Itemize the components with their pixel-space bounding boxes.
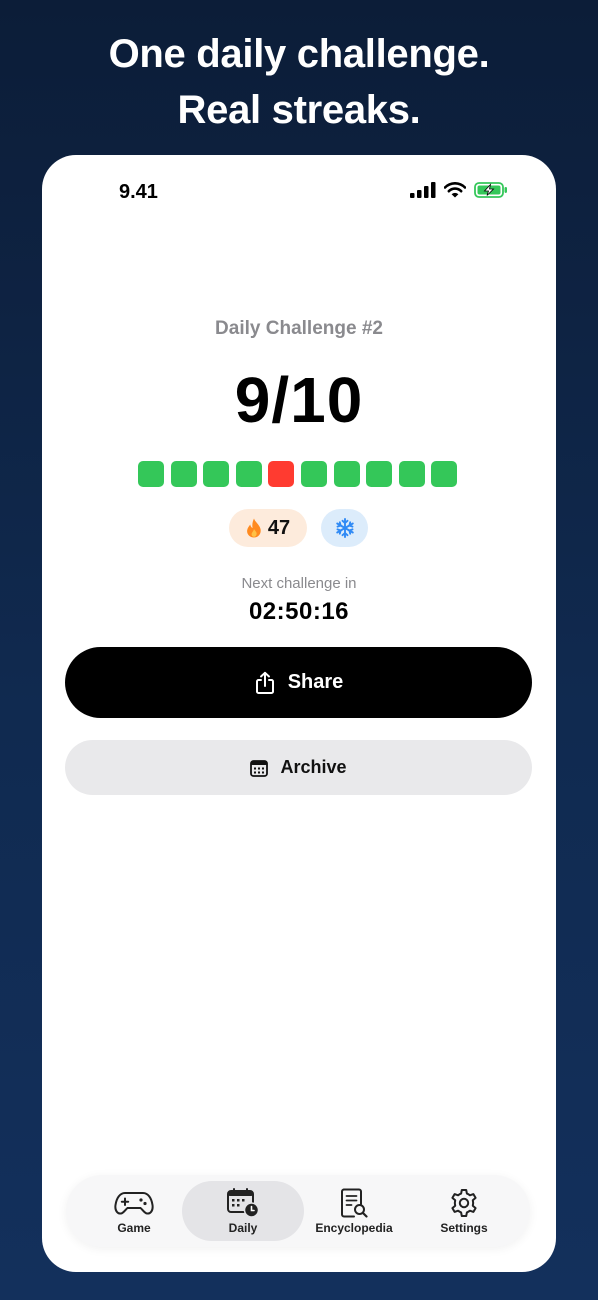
score: 9/10	[234, 364, 364, 436]
tab-settings[interactable]: Settings	[408, 1181, 520, 1241]
gamepad-icon	[114, 1191, 154, 1215]
tab-encyclopedia[interactable]: Encyclopedia	[298, 1181, 410, 1241]
share-button[interactable]: Share	[65, 647, 532, 718]
next-challenge-label: Next challenge in	[241, 575, 357, 592]
headline-line-2: Real streaks.	[177, 88, 421, 132]
tab-daily[interactable]: Daily	[182, 1181, 304, 1241]
share-icon	[255, 671, 274, 694]
freeze-badge	[321, 509, 368, 547]
calendar-icon	[250, 759, 269, 777]
headline-line-1: One daily challenge.	[108, 32, 490, 76]
result-square-correct	[333, 461, 360, 487]
streak-count: 47	[267, 516, 291, 539]
tab-game-label: Game	[117, 1220, 151, 1235]
tab-encyclopedia-label: Encyclopedia	[315, 1220, 393, 1235]
result-square-correct	[366, 461, 393, 487]
result-square-incorrect	[268, 461, 295, 487]
result-square-correct	[170, 461, 197, 487]
headline: One daily challenge. Real streaks.	[0, 26, 598, 138]
status-time: 9.41	[119, 181, 158, 203]
status-icons	[410, 182, 508, 198]
tab-game[interactable]: Game	[78, 1181, 190, 1241]
battery-charging-icon	[474, 182, 507, 198]
calendar-clock-icon	[227, 1187, 259, 1218]
document-search-icon	[341, 1188, 368, 1218]
challenge-title: Daily Challenge #2	[215, 318, 383, 339]
phone-screen: 9.41 Daily Challenge #2 9/10 47 Next cha…	[42, 155, 556, 1272]
result-square-correct	[431, 461, 458, 487]
archive-button[interactable]: Archive	[65, 740, 532, 795]
tab-settings-label: Settings	[440, 1220, 488, 1235]
wifi-icon	[444, 182, 466, 198]
streak-badges: 47	[229, 509, 368, 547]
archive-label: Archive	[280, 757, 347, 777]
countdown-timer: 02:50:16	[248, 598, 350, 625]
tab-daily-label: Daily	[228, 1220, 258, 1235]
result-squares	[138, 461, 458, 487]
signal-icon	[410, 182, 436, 198]
result-square-correct	[398, 461, 425, 487]
streak-badge: 47	[229, 509, 307, 547]
share-label: Share	[287, 671, 344, 693]
snowflake-icon	[335, 518, 354, 538]
flame-icon	[246, 518, 261, 538]
result-square-correct	[203, 461, 230, 487]
result-square-correct	[300, 461, 327, 487]
tab-bar: Game Daily Encyclopedia Settings	[66, 1175, 530, 1247]
result-square-correct	[138, 461, 164, 487]
result-square-correct	[235, 461, 262, 487]
gear-icon	[451, 1188, 477, 1217]
